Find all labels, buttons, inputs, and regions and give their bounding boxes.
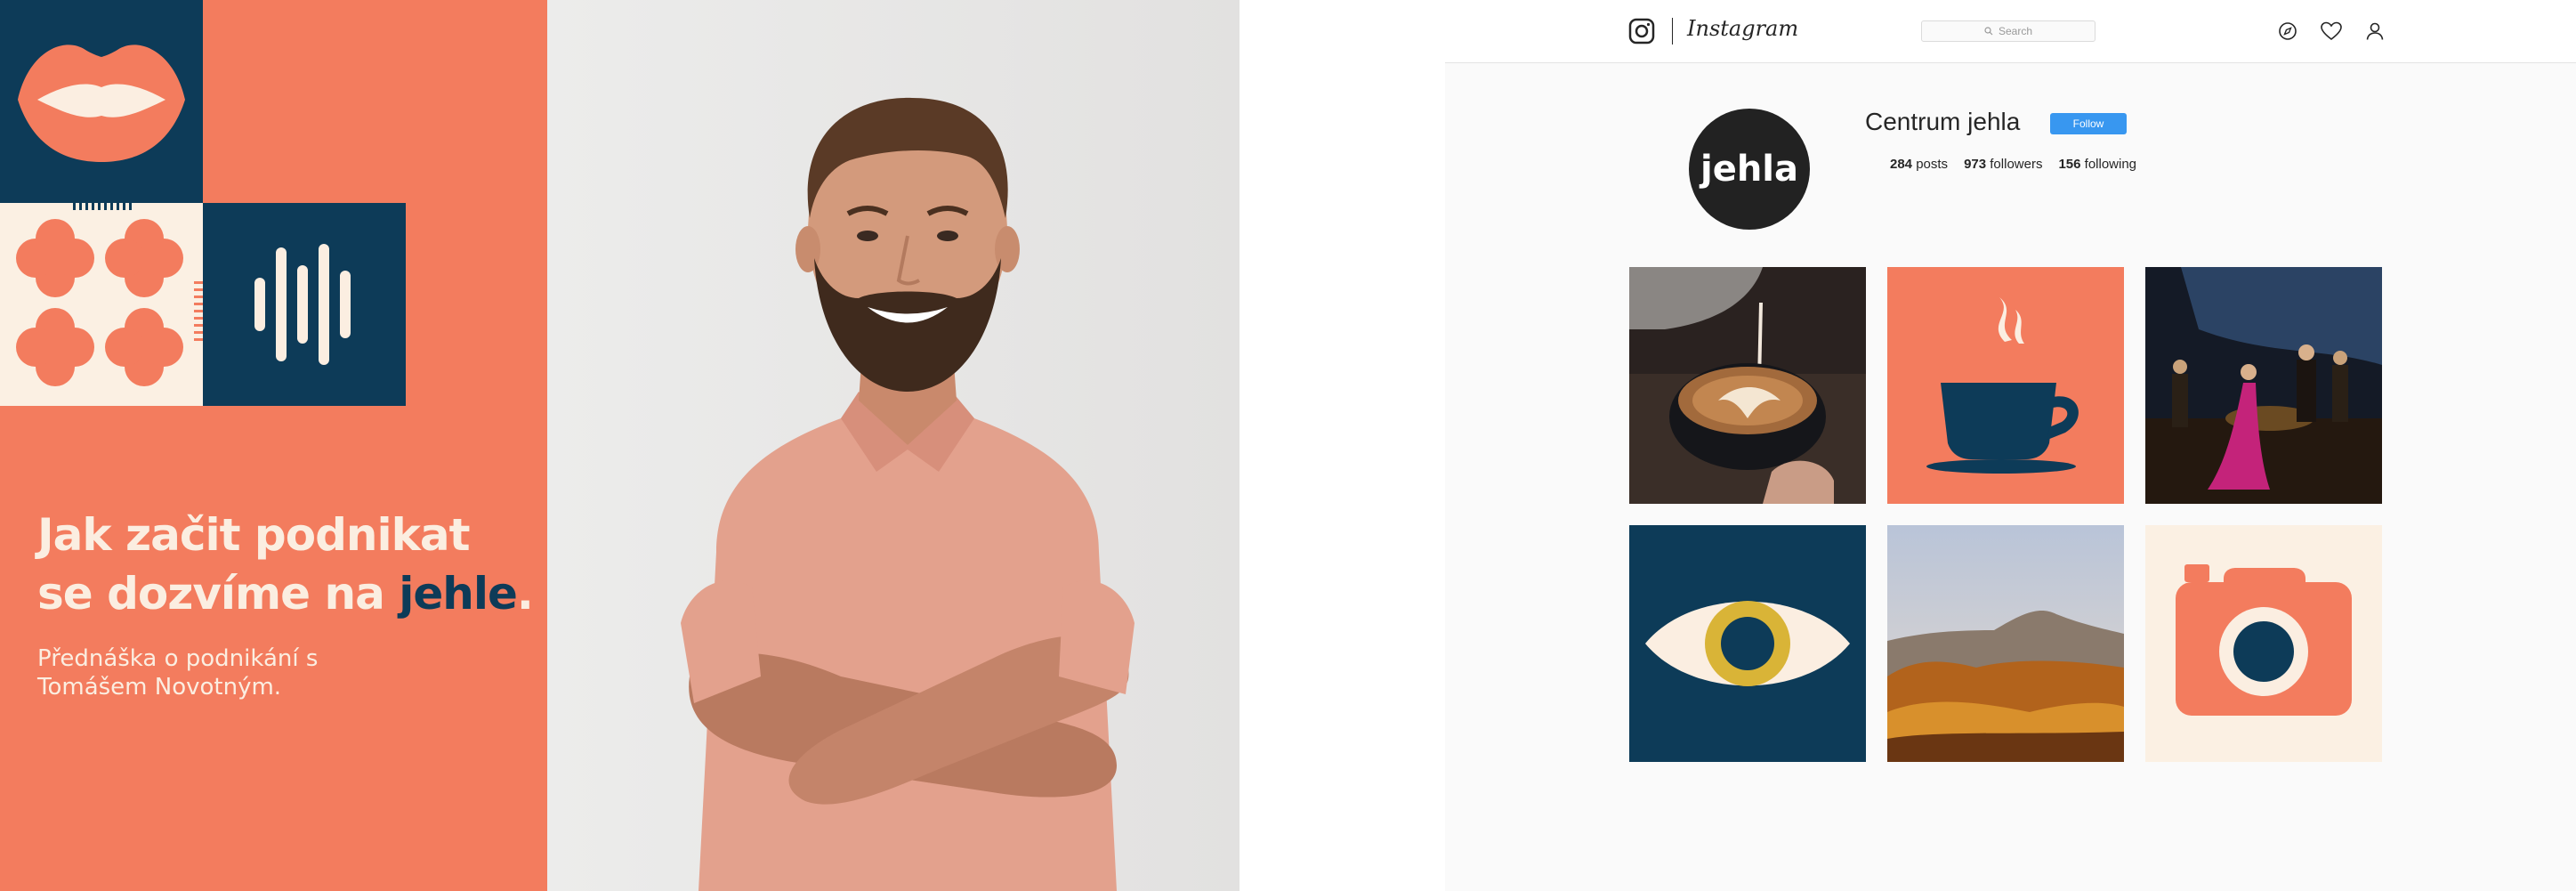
post-eye[interactable] — [1629, 525, 1866, 762]
lips-tile — [0, 0, 203, 203]
header-divider — [1672, 18, 1673, 45]
camera-icon — [2145, 525, 2382, 762]
instagram-header: Instagram Search — [1445, 0, 2576, 63]
heart-icon[interactable] — [2321, 21, 2342, 41]
instagram-profile-mockup: Instagram Search jehla Centrum jehla Fol… — [1445, 0, 2576, 891]
stat-value: 284 — [1890, 157, 1913, 172]
post-coffee-cup[interactable] — [1887, 267, 2124, 504]
headline-line-1: Jak začit podnikat — [37, 509, 471, 561]
subline-line-1: Přednáška o podnikání s — [37, 645, 319, 672]
event-banner: Jak začit podnikat se dozvíme na jehle. … — [0, 0, 547, 891]
post-latte-art[interactable] — [1629, 267, 1866, 504]
subline-line-2: Tomášem Novotným. — [37, 674, 282, 701]
instagram-wordmark[interactable]: Instagram — [1687, 16, 1798, 41]
stat-label: following — [2084, 157, 2137, 172]
profile-icon[interactable] — [2365, 21, 2385, 41]
headline-brand: jehle — [399, 568, 518, 620]
speaker-photo-illustration — [547, 0, 1240, 891]
post-opera-stage[interactable] — [2145, 267, 2382, 504]
stat-value: 973 — [1964, 157, 1987, 172]
soundwave-icon — [254, 244, 351, 365]
stat-following[interactable]: 156 following — [2058, 157, 2136, 172]
lips-icon — [18, 45, 185, 163]
headline-prefix: se dozvíme na — [37, 568, 400, 620]
post-autumn-landscape[interactable] — [1887, 525, 2124, 762]
banner-headline: Jak začit podnikat se dozvíme na jehle. — [37, 506, 536, 623]
latte-art-image — [1629, 267, 1866, 504]
autumn-landscape-image — [1887, 525, 2124, 762]
stat-label: posts — [1916, 157, 1949, 172]
flower-pattern-icon — [16, 203, 203, 386]
search-placeholder: Search — [1998, 25, 2033, 37]
profile-name: Centrum jehla — [1865, 108, 2021, 135]
headline-period: . — [516, 568, 534, 620]
eye-icon — [1629, 525, 1866, 762]
stat-posts[interactable]: 284 posts — [1890, 157, 1948, 172]
opera-stage-image — [2145, 267, 2382, 504]
search-icon — [1984, 27, 1993, 36]
profile-stats: 284 posts 973 followers 156 following — [1890, 157, 2136, 172]
posts-grid — [1629, 267, 2382, 762]
post-camera[interactable] — [2145, 525, 2382, 762]
compass-icon[interactable] — [2278, 21, 2297, 41]
instagram-logo-icon[interactable] — [1628, 18, 1655, 45]
soundwave-tile — [203, 203, 406, 406]
speaker-portrait — [547, 0, 1240, 891]
flower-tile — [0, 203, 203, 406]
stat-followers[interactable]: 973 followers — [1964, 157, 2042, 172]
profile-avatar[interactable]: jehla — [1689, 109, 1810, 230]
headline-line-2: se dozvíme na jehle. — [37, 564, 536, 623]
coffee-cup-icon — [1887, 267, 2124, 504]
stat-label: followers — [1990, 157, 2043, 172]
follow-button[interactable]: Follow — [2050, 113, 2127, 134]
stat-value: 156 — [2058, 157, 2081, 172]
avatar-text: jehla — [1700, 149, 1799, 190]
banner-subline: Přednáška o podnikání s Tomášem Novotným… — [37, 644, 482, 701]
search-input[interactable]: Search — [1921, 20, 2096, 42]
